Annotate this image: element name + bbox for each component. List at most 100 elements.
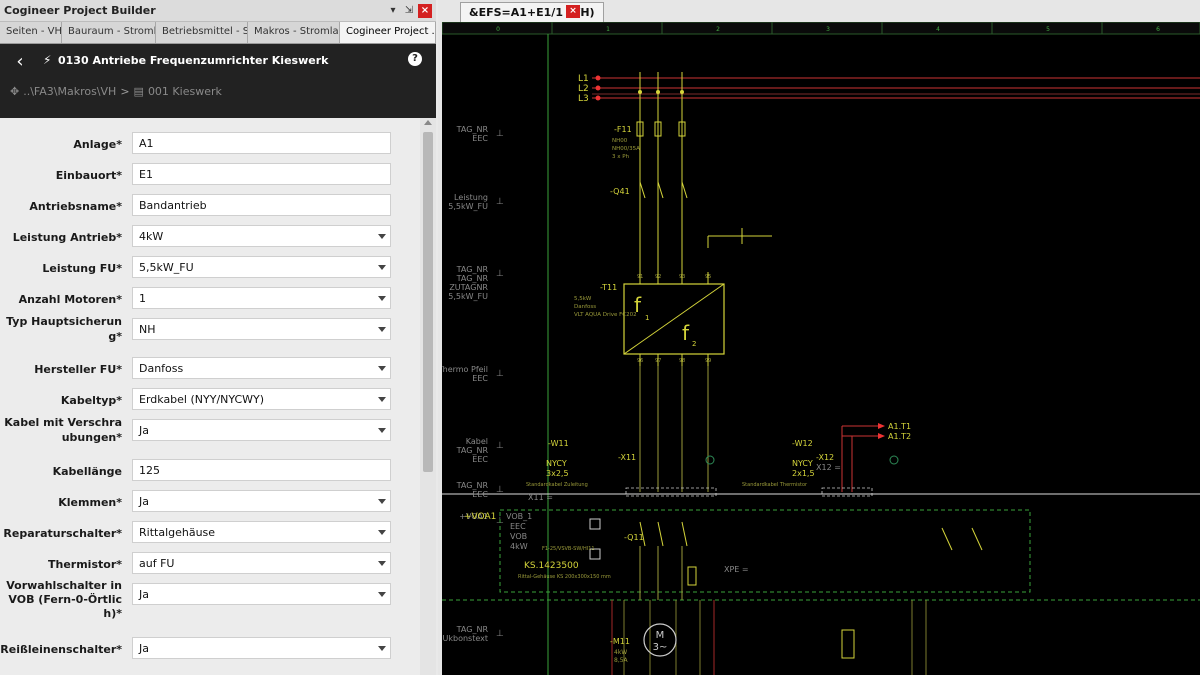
dropdown-field[interactable]: Ja: [132, 637, 391, 659]
text-field[interactable]: E1: [132, 163, 391, 185]
field-label: Leistung FU*: [42, 262, 122, 275]
field-value: auf FU: [139, 557, 175, 570]
chevron-down-icon[interactable]: [378, 530, 386, 535]
tab-betriebsmittel[interactable]: Betriebsmittel - St...: [156, 22, 248, 43]
tab-makros[interactable]: Makros - Stromla...: [248, 22, 340, 43]
side-label: Kabel: [466, 437, 488, 446]
dropdown-field[interactable]: 1: [132, 287, 391, 309]
switch-contact: [681, 521, 688, 547]
back-icon[interactable]: ‹: [8, 50, 32, 74]
help-icon[interactable]: ?: [408, 52, 422, 66]
fu-subscript-bottom: 2: [692, 340, 696, 348]
fuse-detail: NH00: [612, 138, 628, 144]
field-value: Ja: [139, 588, 149, 601]
switch-tag: -Q11: [624, 533, 644, 542]
cable-tag: -W11: [548, 439, 569, 448]
breadcrumb-path[interactable]: ..\FA3\Makros\VH: [23, 85, 116, 98]
dropdown-field[interactable]: NH: [132, 318, 391, 340]
panel-menu-icon[interactable]: ▾: [386, 4, 400, 18]
earth-symbol: ⊥: [496, 441, 504, 451]
schematic-drawing[interactable]: 0 1 2 3 4 5 6L1L2L3TAG_NREEC ⊥Leistung5,5kW_FU ⊥…: [442, 22, 1200, 675]
tab-cogineer-project[interactable]: Cogineer Project ...: [340, 22, 436, 43]
phase-terminal: [595, 85, 601, 91]
tab-seiten[interactable]: Seiten - VH: [0, 22, 62, 43]
field-label: Typ Hauptsicherun g*: [6, 315, 122, 343]
fu-detail: 5,5kW: [574, 296, 592, 302]
dropdown-field[interactable]: Erdkabel (NYY/NYCWY): [132, 388, 391, 410]
field-value: Ja: [139, 495, 149, 508]
thermistor-symbol: [841, 629, 855, 659]
chevron-down-icon[interactable]: [378, 265, 386, 270]
fuse-tag: -F11: [614, 125, 632, 134]
schematic-canvas[interactable]: 0 1 2 3 4 5 6 L1 L2 L3 TAG_NR EEC ⊥ Leistung 5,5kW_FU ⊥…: [442, 22, 1200, 675]
chevron-down-icon[interactable]: [378, 592, 386, 597]
dropdown-field[interactable]: auf FU: [132, 552, 391, 574]
panel-pin-icon[interactable]: ⇲: [402, 4, 416, 18]
vob-label: VOB_1: [506, 512, 532, 521]
column-header-strip: [442, 22, 1200, 35]
editor-tabbar: &EFS=A1+E1/1 (VH) ×: [438, 0, 1200, 22]
field-label: Leistung Antrieb*: [12, 231, 122, 244]
switch-contact: [971, 527, 983, 551]
tab-bauraum[interactable]: Bauraum - Stroml...: [62, 22, 156, 43]
chevron-down-icon[interactable]: [378, 234, 386, 239]
scroll-up-icon[interactable]: [424, 120, 432, 125]
dropdown-field[interactable]: Ja: [132, 583, 391, 605]
bolt-icon: ⚡: [43, 53, 52, 67]
switch-contact: [657, 521, 664, 547]
contact-symbol: [639, 181, 646, 199]
text-field[interactable]: 125: [132, 459, 391, 481]
text-field[interactable]: Bandantrieb: [132, 194, 391, 216]
panel-title: Cogineer Project Builder: [4, 4, 156, 17]
side-label: TAG_NR: [456, 265, 489, 274]
dropdown-field[interactable]: Danfoss: [132, 357, 391, 379]
phase-terminal: [595, 95, 601, 101]
macro-form: Anlage* A1 Einbauort* E1 Antriebsname* Bandan…: [0, 118, 420, 675]
scroll-thumb[interactable]: [423, 132, 433, 472]
field-label: Anzahl Motoren*: [18, 293, 122, 306]
output-label: A1.T2: [888, 432, 911, 441]
field-value: A1: [139, 137, 154, 150]
side-label: Leistung: [454, 193, 488, 202]
chevron-down-icon[interactable]: [378, 327, 386, 332]
dropdown-field[interactable]: Rittalgehäuse: [132, 521, 391, 543]
page-icon: ▤: [133, 85, 144, 98]
fu-subscript-top: 1: [645, 314, 649, 322]
breadcrumb-current[interactable]: 001 Kieswerk: [148, 85, 222, 98]
text-field[interactable]: A1: [132, 132, 391, 154]
chevron-down-icon[interactable]: [378, 397, 386, 402]
chevron-down-icon[interactable]: [378, 499, 386, 504]
tab-schematic-page[interactable]: &EFS=A1+E1/1 (VH): [460, 2, 604, 22]
tab-close-icon[interactable]: ×: [566, 5, 580, 18]
field-value: 4kW: [139, 230, 164, 243]
earth-symbol: ⊥: [496, 197, 504, 207]
chevron-down-icon[interactable]: [378, 428, 386, 433]
column-number: 5: [1046, 26, 1050, 33]
field-label: Antriebsname*: [29, 200, 122, 213]
column-number: 1: [606, 26, 610, 33]
chevron-down-icon[interactable]: [378, 561, 386, 566]
fuse-detail: 3 x Ph: [612, 154, 630, 160]
panel-close-icon[interactable]: ×: [418, 3, 432, 18]
terminal-eq: X11 =: [528, 493, 553, 502]
contact-symbol: [681, 181, 688, 199]
earth-symbol: ⊥: [496, 369, 504, 379]
dropdown-field[interactable]: Ja: [132, 490, 391, 512]
cable-cores: 3x2,5: [546, 469, 569, 478]
chevron-down-icon[interactable]: [378, 366, 386, 371]
junction-dot: [680, 90, 684, 94]
dropdown-field[interactable]: 4kW: [132, 225, 391, 247]
document-tabs: Seiten - VH Bauraum - Stroml... Betriebs…: [0, 22, 436, 44]
chevron-down-icon[interactable]: [378, 646, 386, 651]
column-number: 0: [496, 26, 500, 33]
chevron-down-icon[interactable]: [378, 296, 386, 301]
dropdown-field[interactable]: 5,5kW_FU: [132, 256, 391, 278]
terminal-tag: -X11: [618, 453, 636, 462]
form-scrollbar[interactable]: [420, 118, 436, 675]
column-number: 4: [936, 26, 940, 33]
dropdown-field[interactable]: Ja: [132, 419, 391, 441]
motor-phase: 3~: [653, 642, 668, 653]
field-label: Kabeltyp*: [60, 394, 122, 407]
field-label: Kabel mit Verschra ubungen*: [4, 416, 122, 444]
phase-terminal: [595, 75, 601, 81]
